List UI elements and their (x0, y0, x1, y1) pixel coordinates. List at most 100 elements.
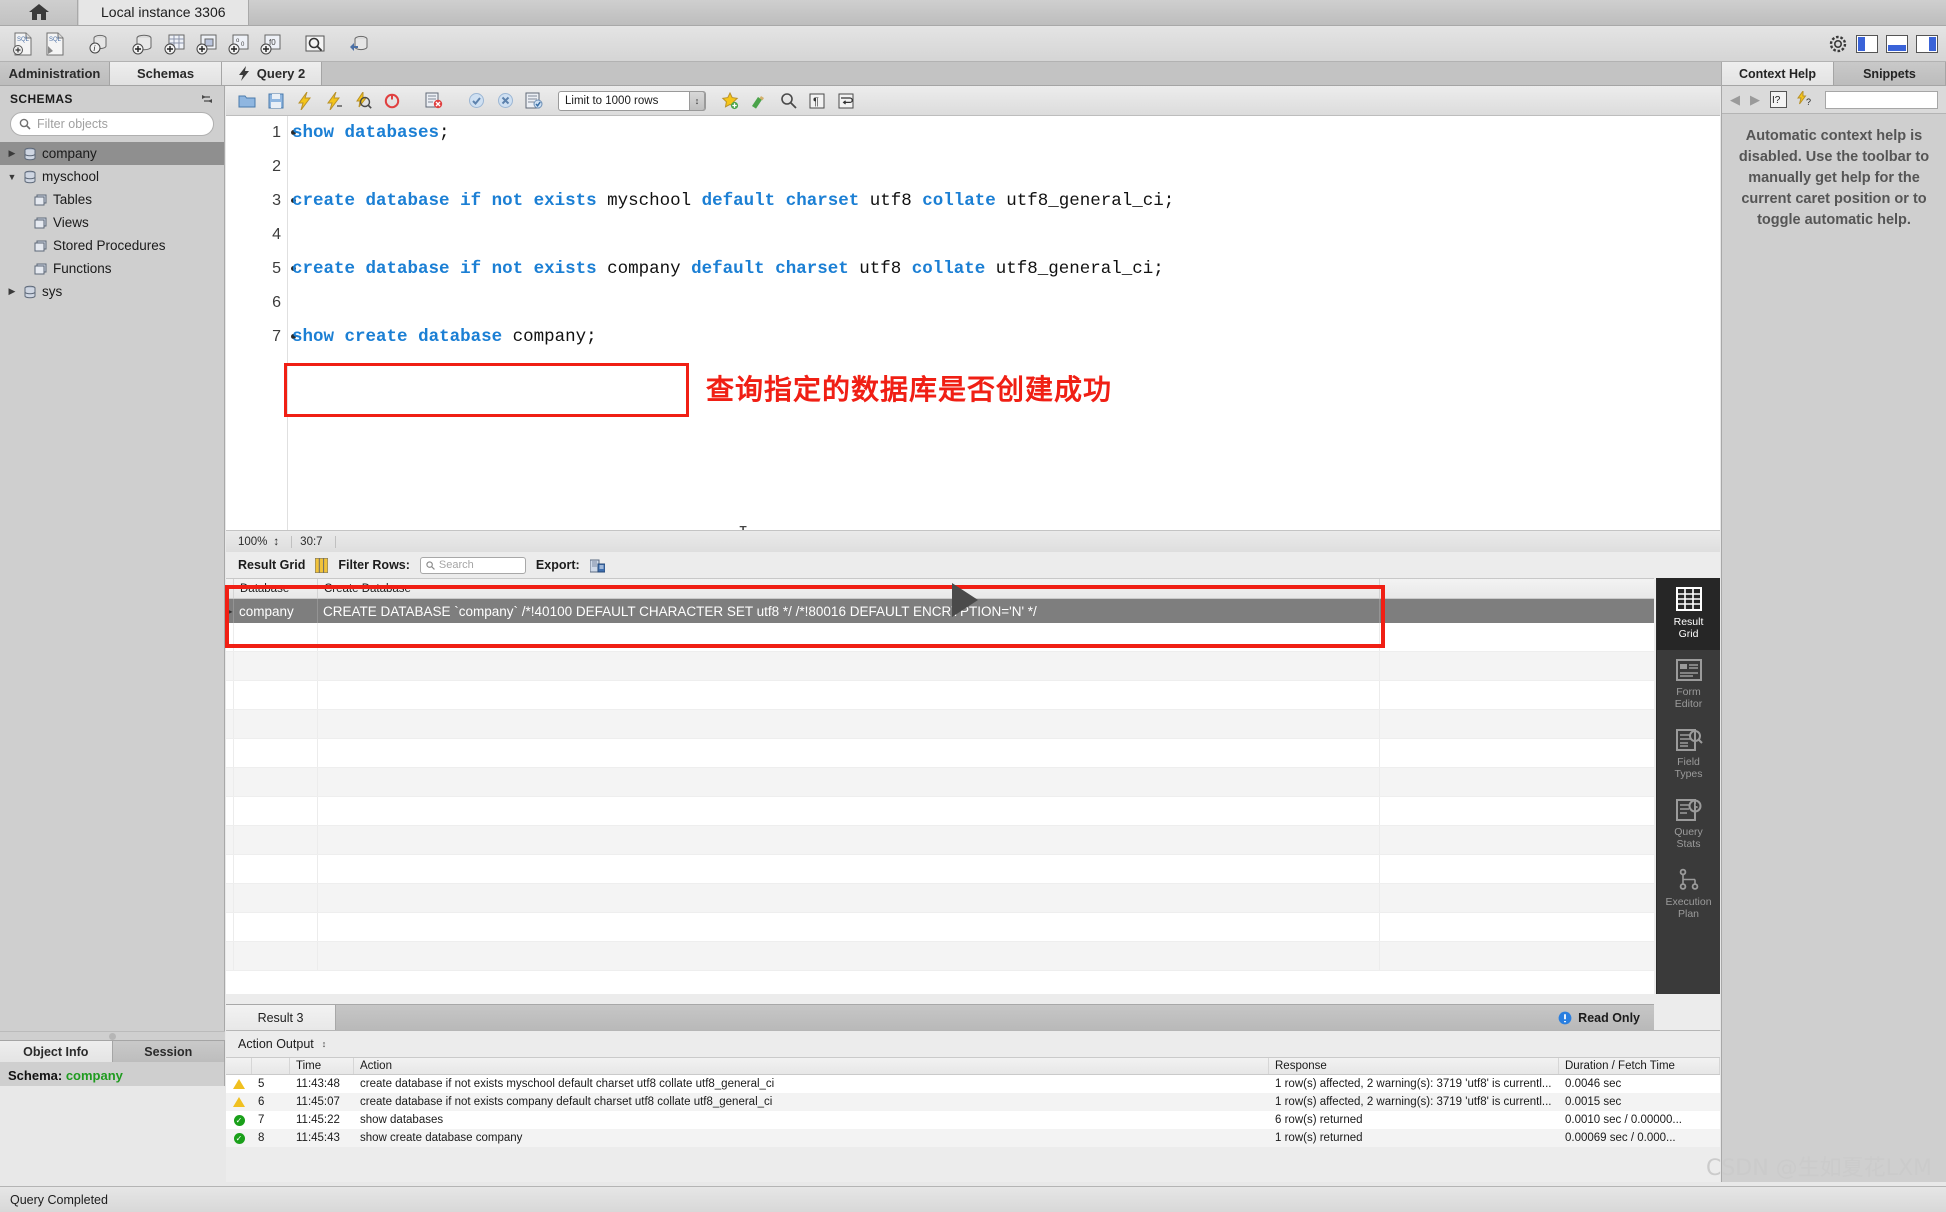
table-row-empty[interactable] (226, 826, 1654, 855)
find-icon[interactable] (775, 89, 801, 113)
table-row-empty[interactable] (226, 710, 1654, 739)
refresh-icon[interactable] (200, 92, 214, 106)
export-recordset-icon[interactable] (589, 558, 605, 573)
tree-item-myschool[interactable]: ▼ myschool (0, 165, 224, 188)
new-schema-icon[interactable] (128, 30, 158, 58)
reconnect-server-icon[interactable] (344, 30, 374, 58)
cell-create-database[interactable]: CREATE DATABASE `company` /*!40100 DEFAU… (318, 599, 1380, 623)
execute-all-icon[interactable] (292, 89, 318, 113)
column-header-database[interactable]: Database (234, 579, 318, 598)
tree-item-views[interactable]: Views (0, 211, 224, 234)
tab-context-help[interactable]: Context Help (1722, 62, 1834, 85)
action-output-row[interactable]: 6 11:45:07 create database if not exists… (226, 1093, 1720, 1111)
column-header-time[interactable]: Time (290, 1058, 354, 1074)
tree-item-sys[interactable]: ▶ sys (0, 280, 224, 303)
table-row-empty[interactable] (226, 681, 1654, 710)
table-row[interactable]: ▶ company CREATE DATABASE `company` /*!4… (226, 599, 1654, 623)
tree-item-tables[interactable]: Tables (0, 188, 224, 211)
tab-schemas[interactable]: Schemas (110, 62, 222, 85)
connection-tab[interactable]: Local instance 3306 (78, 0, 249, 25)
action-output-row[interactable]: ✓ 8 11:45:43 show create database compan… (226, 1129, 1720, 1147)
commit-icon[interactable] (463, 89, 489, 113)
new-table-icon[interactable] (160, 30, 190, 58)
table-row-empty[interactable] (226, 739, 1654, 768)
row-limit-select[interactable]: Limit to 1000 rows ↕ (558, 90, 706, 111)
column-header-duration[interactable]: Duration / Fetch Time (1559, 1058, 1720, 1074)
sql-code-area[interactable]: 1 2 3 4 5 6 7 show databases; create dat… (226, 116, 1720, 530)
back-arrow-icon[interactable]: ◀ (1730, 92, 1740, 108)
grid-toggle-icon[interactable] (315, 557, 329, 573)
action-output-row[interactable]: ✓ 7 11:45:22 show databases 6 row(s) ret… (226, 1111, 1720, 1129)
tab-object-info[interactable]: Object Info (0, 1040, 113, 1062)
side-tab-result-grid[interactable]: Result Grid (1657, 578, 1720, 650)
filter-objects-input[interactable]: Filter objects (10, 112, 214, 136)
tree-item-stored-procedures[interactable]: Stored Procedures (0, 234, 224, 257)
side-tab-form-editor[interactable]: Form Editor (1657, 650, 1720, 720)
side-tab-field-types[interactable]: Field Types (1657, 720, 1720, 790)
toggle-right-panel-icon[interactable] (1916, 35, 1938, 53)
column-header-action[interactable]: Action (354, 1058, 1269, 1074)
tab-session[interactable]: Session (112, 1040, 225, 1062)
filter-rows-input[interactable]: Search (419, 556, 526, 574)
chevron-down-icon[interactable]: ▼ (6, 172, 18, 182)
chevron-updown-icon[interactable]: ↕ (689, 90, 705, 111)
new-view-icon[interactable] (192, 30, 222, 58)
tab-administration[interactable]: Administration (0, 62, 110, 85)
toggle-left-panel-icon[interactable] (1856, 35, 1878, 53)
action-output-grid[interactable]: Time Action Response Duration / Fetch Ti… (226, 1057, 1720, 1147)
table-row-empty[interactable] (226, 768, 1654, 797)
chevron-updown-icon[interactable]: ↕ (322, 1039, 327, 1049)
manual-help-icon[interactable]: I? (1770, 91, 1787, 108)
result-grid[interactable]: Database Create Database ▶ company CREAT… (225, 578, 1654, 994)
row-action: show databases (360, 1114, 444, 1126)
connection-info-icon[interactable]: i (84, 30, 114, 58)
open-file-icon[interactable] (234, 89, 260, 113)
chevron-right-icon[interactable]: ▶ (6, 148, 18, 159)
new-procedure-icon[interactable]: o0 (224, 30, 254, 58)
sidebar-splitter[interactable] (0, 1031, 225, 1040)
tree-item-company[interactable]: ▶ company (0, 142, 224, 165)
side-tab-execution-plan[interactable]: Execution Plan (1657, 860, 1720, 930)
chevron-updown-icon[interactable]: ↕ (273, 536, 279, 548)
action-output-row[interactable]: 5 11:43:48 create database if not exists… (226, 1075, 1720, 1093)
column-header-create-database[interactable]: Create Database (318, 579, 1380, 598)
execute-current-icon[interactable] (321, 89, 347, 113)
table-row-empty[interactable] (226, 913, 1654, 942)
toggle-output-panel-icon[interactable] (1886, 35, 1908, 53)
rollback-icon[interactable] (492, 89, 518, 113)
cell-database[interactable]: company (234, 599, 318, 623)
table-row-empty[interactable] (226, 942, 1654, 971)
auto-help-icon[interactable]: ? (1797, 91, 1815, 108)
explain-query-icon[interactable] (350, 89, 376, 113)
tab-snippets[interactable]: Snippets (1834, 62, 1946, 85)
table-row-empty[interactable] (226, 884, 1654, 913)
stop-execution-icon[interactable] (379, 89, 405, 113)
table-row-empty[interactable] (226, 652, 1654, 681)
search-table-data-icon[interactable] (300, 30, 330, 58)
column-header-response[interactable]: Response (1269, 1058, 1559, 1074)
table-row-empty[interactable] (226, 623, 1654, 652)
home-tab[interactable] (0, 0, 78, 25)
tree-item-functions[interactable]: Functions (0, 257, 224, 280)
toggle-autocommit-icon[interactable] (521, 89, 547, 113)
tab-query-2[interactable]: Query 2 (222, 62, 322, 85)
row-response: 1 row(s) affected, 2 warning(s): 3719 'u… (1275, 1078, 1552, 1090)
result-tab-3[interactable]: Result 3 (226, 1005, 336, 1030)
toggle-invisible-chars-icon[interactable]: ¶ (804, 89, 830, 113)
wrap-lines-icon[interactable] (833, 89, 859, 113)
save-snippet-icon[interactable] (717, 89, 743, 113)
zoom-control[interactable]: 100% ↕ (238, 535, 293, 548)
beautify-query-icon[interactable] (746, 89, 772, 113)
new-sql-tab-icon[interactable]: SQL (8, 30, 38, 58)
open-sql-script-icon[interactable]: SQL (40, 30, 70, 58)
new-function-icon[interactable]: f0 (256, 30, 286, 58)
context-help-search-input[interactable] (1825, 90, 1938, 109)
save-file-icon[interactable] (263, 89, 289, 113)
gear-icon[interactable] (1828, 34, 1848, 54)
table-row-empty[interactable] (226, 855, 1654, 884)
chevron-right-icon[interactable]: ▶ (6, 286, 18, 297)
table-row-empty[interactable] (226, 797, 1654, 826)
side-tab-query-stats[interactable]: Query Stats (1657, 790, 1720, 860)
toggle-stop-on-error-icon[interactable] (421, 89, 447, 113)
forward-arrow-icon[interactable]: ▶ (1750, 92, 1760, 108)
